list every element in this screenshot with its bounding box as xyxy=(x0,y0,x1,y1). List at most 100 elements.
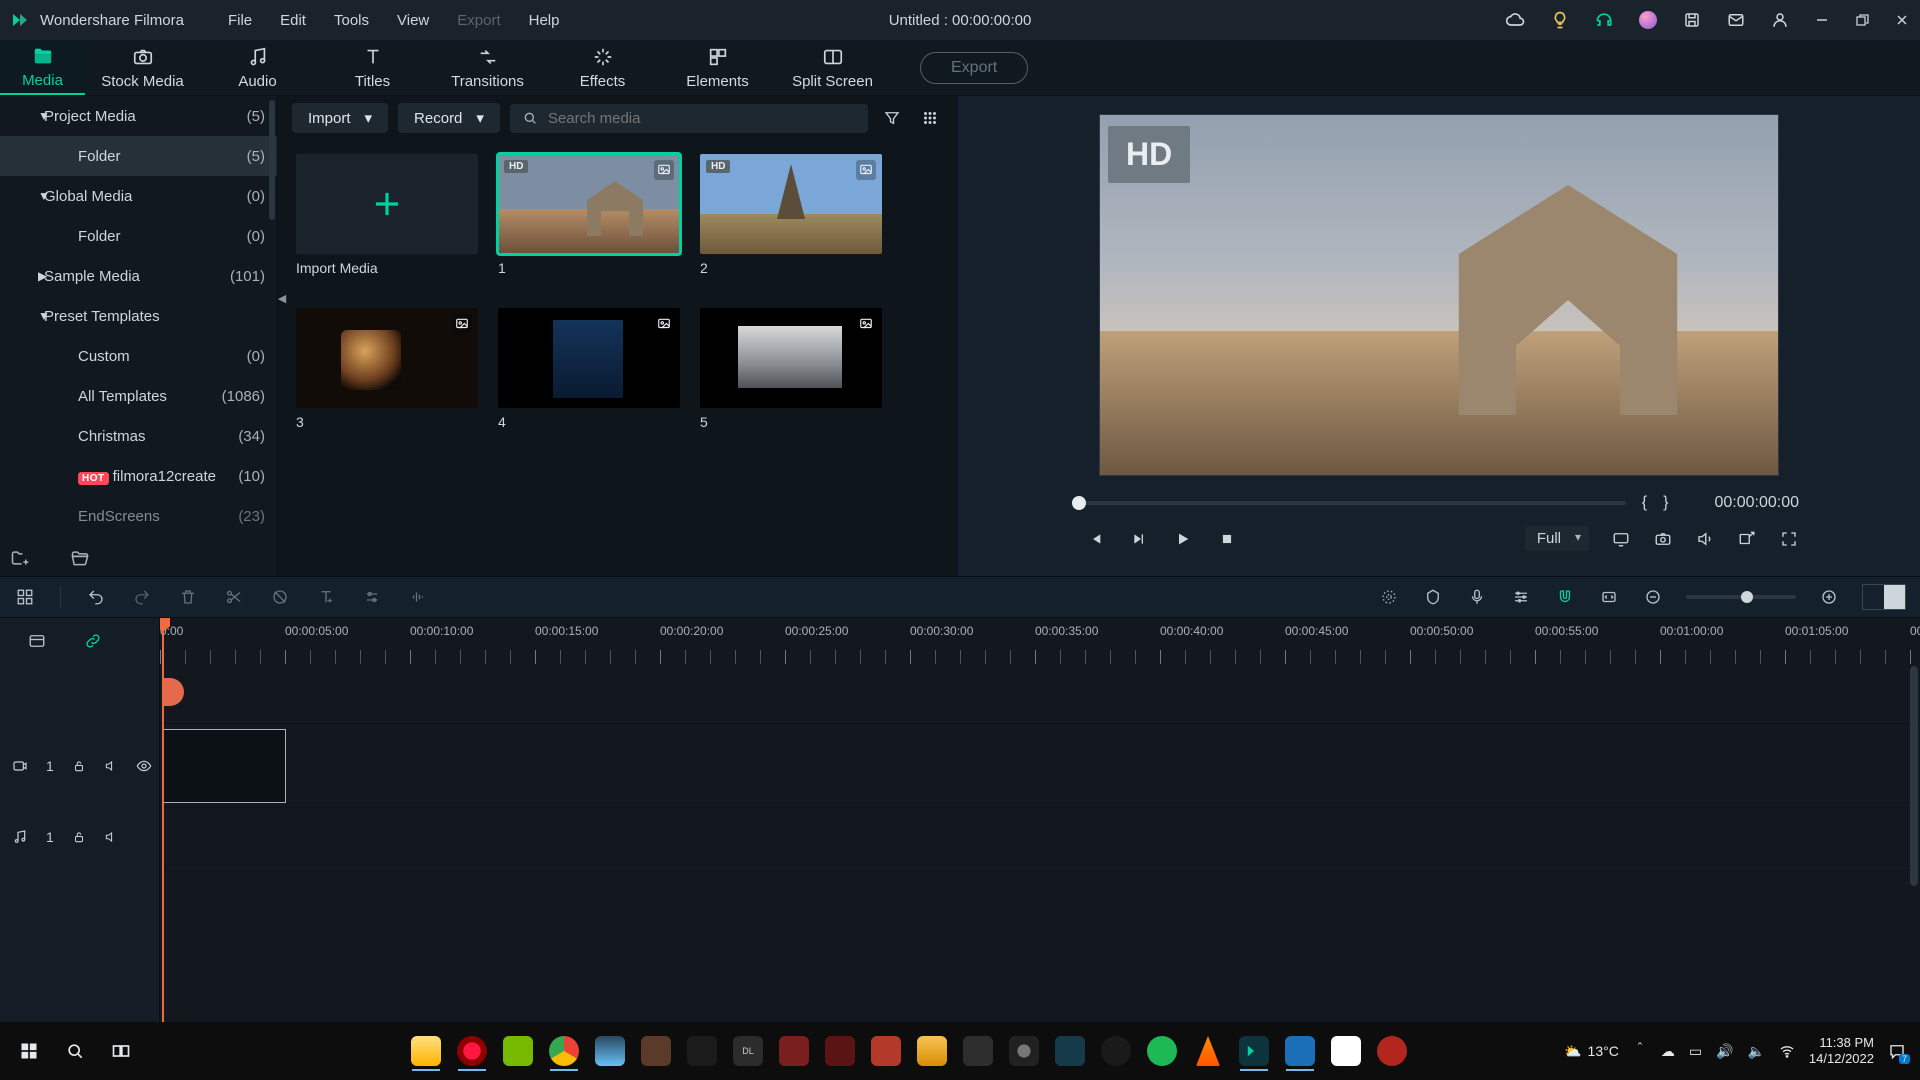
start-button[interactable] xyxy=(6,1028,52,1074)
taskbar-app-explorer[interactable] xyxy=(404,1029,448,1073)
taskbar-app[interactable] xyxy=(634,1029,678,1073)
record-dropdown[interactable]: Record ▾ xyxy=(398,103,500,133)
taskbar-app-vlc[interactable] xyxy=(1186,1029,1230,1073)
lightbulb-icon[interactable] xyxy=(1550,10,1570,30)
media-item-1[interactable]: HD 1 xyxy=(498,154,680,276)
mixer-icon[interactable] xyxy=(1510,586,1532,608)
taskbar-app[interactable]: DL xyxy=(726,1029,770,1073)
visibility-icon[interactable] xyxy=(136,758,152,774)
search-input[interactable] xyxy=(548,110,856,127)
video-lane[interactable] xyxy=(160,724,1920,808)
tree-global-media[interactable]: ▼ Global Media (0) xyxy=(0,176,277,216)
tab-transitions[interactable]: Transitions xyxy=(430,40,545,95)
taskbar-app[interactable] xyxy=(1324,1029,1368,1073)
snapshot-icon[interactable] xyxy=(1653,529,1673,549)
taskbar-app[interactable] xyxy=(956,1029,1000,1073)
taskbar-clock[interactable]: 11:38 PM 14/12/2022 xyxy=(1809,1035,1874,1066)
grid-view-icon[interactable] xyxy=(916,104,944,132)
playhead[interactable] xyxy=(162,618,164,1022)
taskbar-app[interactable] xyxy=(1002,1029,1046,1073)
tray-chevron-icon[interactable]: ＾ xyxy=(1633,1041,1647,1061)
taskbar-app[interactable] xyxy=(818,1029,862,1073)
link-icon[interactable] xyxy=(84,632,102,650)
play-icon[interactable] xyxy=(1173,529,1193,549)
notifications-icon[interactable]: 7 xyxy=(1888,1042,1906,1060)
tree-endscreens[interactable]: EndScreens (23) xyxy=(0,496,277,536)
undo-icon[interactable] xyxy=(85,586,107,608)
tab-elements[interactable]: Elements xyxy=(660,40,775,95)
zoom-out-icon[interactable] xyxy=(1642,586,1664,608)
redo-icon[interactable] xyxy=(131,586,153,608)
open-folder-icon[interactable] xyxy=(70,548,90,568)
tray-volume-icon[interactable]: 🔊 xyxy=(1716,1043,1733,1060)
taskbar-app[interactable] xyxy=(1370,1029,1414,1073)
headset-icon[interactable] xyxy=(1594,10,1614,30)
preview-quality-dropdown[interactable]: Full xyxy=(1525,526,1589,551)
lock-icon[interactable] xyxy=(72,830,86,844)
fullscreen-icon[interactable] xyxy=(1779,529,1799,549)
tree-custom[interactable]: Custom (0) xyxy=(0,336,277,376)
import-media-tile[interactable]: Import Media xyxy=(296,154,478,276)
tab-split-screen[interactable]: Split Screen xyxy=(775,40,890,95)
tab-stock-media[interactable]: Stock Media xyxy=(85,40,200,95)
taskbar-app[interactable] xyxy=(680,1029,724,1073)
taskbar-app-filmora[interactable] xyxy=(1232,1029,1276,1073)
voiceover-icon[interactable] xyxy=(1466,586,1488,608)
new-folder-icon[interactable] xyxy=(10,548,30,568)
tab-titles[interactable]: Titles xyxy=(315,40,430,95)
tab-media[interactable]: Media xyxy=(0,40,85,95)
weather-widget[interactable]: ⛅ 13°C xyxy=(1564,1043,1619,1060)
text-tool-icon[interactable] xyxy=(315,586,337,608)
tab-effects[interactable]: Effects xyxy=(545,40,660,95)
stop-icon[interactable] xyxy=(1217,529,1237,549)
cloud-icon[interactable] xyxy=(1506,10,1526,30)
wifi-icon[interactable] xyxy=(1779,1043,1795,1059)
menu-tools[interactable]: Tools xyxy=(334,12,369,29)
taskbar-app-spotify[interactable] xyxy=(1140,1029,1184,1073)
preview-scrubber[interactable] xyxy=(1079,501,1626,505)
layout-icon[interactable] xyxy=(14,586,36,608)
popout-icon[interactable] xyxy=(1737,529,1757,549)
tree-project-folder[interactable]: Folder (5) xyxy=(0,136,277,176)
timeline-clip[interactable] xyxy=(162,729,286,803)
menu-edit[interactable]: Edit xyxy=(280,12,306,29)
message-icon[interactable] xyxy=(1726,10,1746,30)
volume-icon[interactable] xyxy=(1695,529,1715,549)
play-next-icon[interactable] xyxy=(1129,529,1149,549)
taskbar-app[interactable] xyxy=(772,1029,816,1073)
audio-lane[interactable] xyxy=(160,808,1920,866)
video-track-header[interactable]: 1 xyxy=(0,724,159,808)
render-icon[interactable] xyxy=(1378,586,1400,608)
media-item-3[interactable]: 3 xyxy=(296,308,478,430)
timeline-scrollbar[interactable] xyxy=(1910,666,1918,886)
panel-collapse-icon[interactable]: ◀ xyxy=(276,286,288,310)
tab-audio[interactable]: Audio xyxy=(200,40,315,95)
taskbar-app-nvidia[interactable] xyxy=(496,1029,540,1073)
media-item-5[interactable]: 5 xyxy=(700,308,882,430)
tree-sample-media[interactable]: ▶ Sample Media (101) xyxy=(0,256,277,296)
tree-project-media[interactable]: ▼ Project Media (5) xyxy=(0,96,277,136)
time-ruler[interactable]: 0:0000:00:05:0000:00:10:0000:00:15:0000:… xyxy=(160,618,1920,664)
media-item-2[interactable]: HD 2 xyxy=(700,154,882,276)
taskbar-app-steam[interactable] xyxy=(588,1029,632,1073)
network-icon[interactable]: 🔈 xyxy=(1747,1043,1764,1060)
magnet-icon[interactable] xyxy=(1554,586,1576,608)
window-minimize-icon[interactable] xyxy=(1814,12,1830,28)
menu-view[interactable]: View xyxy=(397,12,429,29)
tree-scrollbar[interactable] xyxy=(269,100,275,220)
window-close-icon[interactable] xyxy=(1894,12,1910,28)
tree-global-folder[interactable]: Folder (0) xyxy=(0,216,277,256)
taskbar-app[interactable] xyxy=(1094,1029,1138,1073)
zoom-slider[interactable] xyxy=(1686,595,1796,599)
battery-icon[interactable]: ▭ xyxy=(1689,1043,1702,1060)
taskbar-app-chrome[interactable] xyxy=(542,1029,586,1073)
lock-icon[interactable] xyxy=(72,759,86,773)
avatar-icon[interactable] xyxy=(1638,10,1658,30)
timeline-view-toggle[interactable] xyxy=(1862,584,1906,610)
tree-preset-templates[interactable]: ▼ Preset Templates xyxy=(0,296,277,336)
media-item-4[interactable]: 4 xyxy=(498,308,680,430)
adjust-icon[interactable] xyxy=(361,586,383,608)
onedrive-icon[interactable]: ☁ xyxy=(1661,1043,1675,1060)
audio-track-header[interactable]: 1 xyxy=(0,808,159,866)
fit-icon[interactable] xyxy=(1598,586,1620,608)
